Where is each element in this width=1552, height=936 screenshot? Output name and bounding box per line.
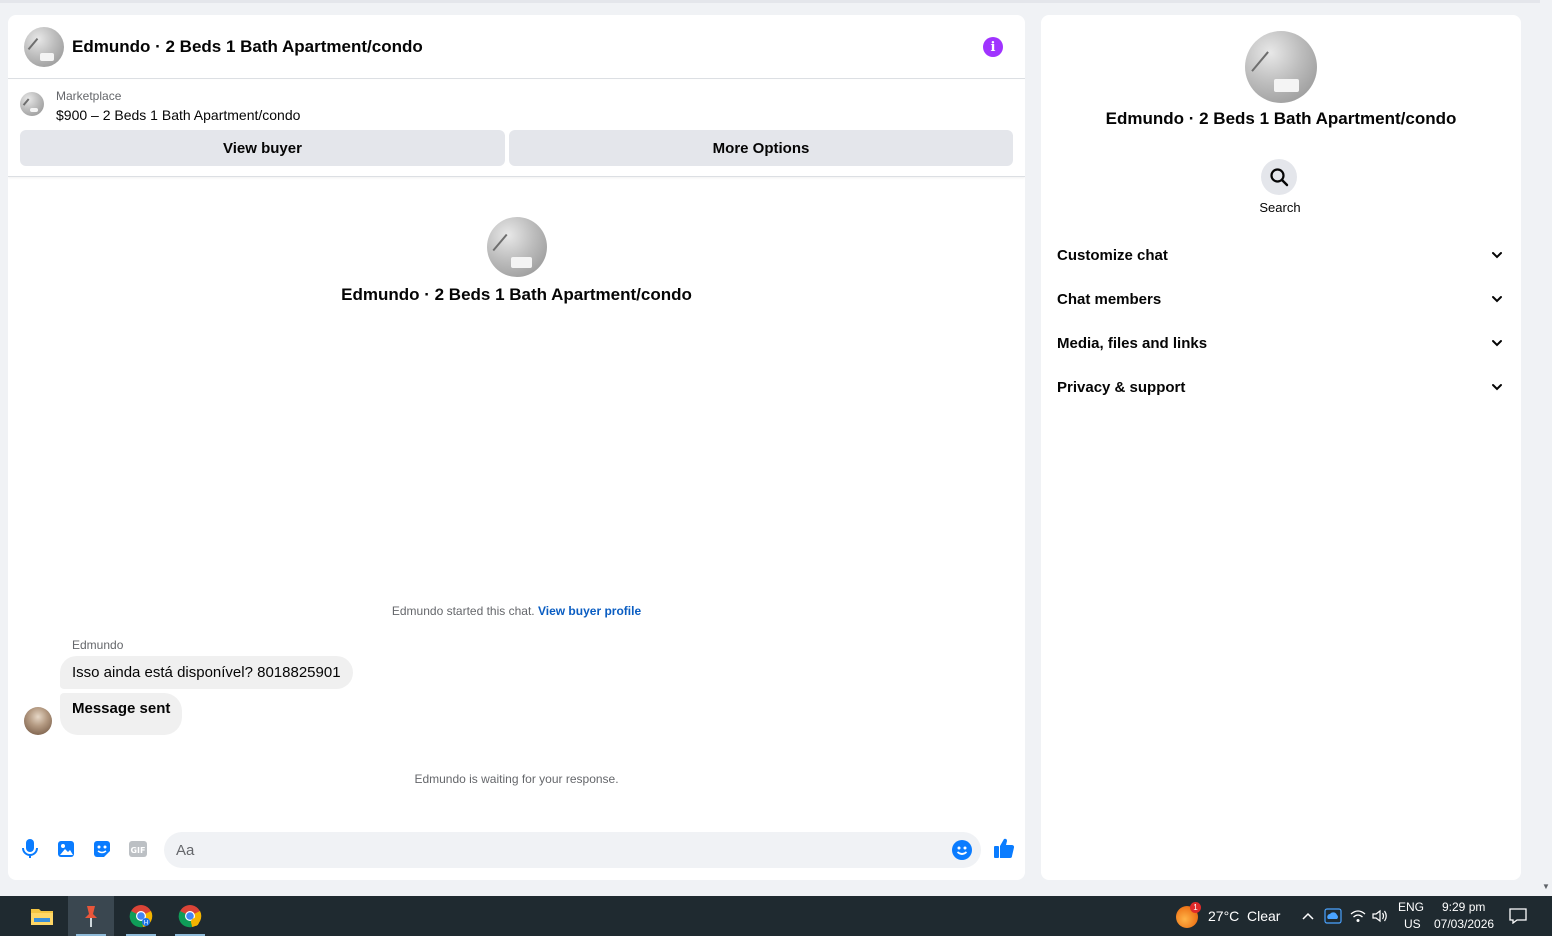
message-input-wrapper (164, 832, 981, 868)
sender-name: Edmundo (72, 638, 124, 652)
chat-title[interactable]: Edmundo · 2 Beds 1 Bath Apartment/condo (72, 37, 423, 57)
info-icon[interactable]: i (983, 37, 1003, 57)
message-input[interactable] (176, 832, 936, 868)
clock-time[interactable]: 9:29 pm (1442, 900, 1485, 914)
listing-thumbnail[interactable] (20, 92, 44, 116)
message-composer: GIF (8, 827, 1025, 879)
microphone-icon[interactable] (18, 837, 42, 861)
view-buyer-button[interactable]: View buyer (20, 130, 505, 166)
chevron-down-icon (1489, 335, 1505, 351)
conversation-profile: Edmundo · 2 Beds 1 Bath Apartment/condo (8, 217, 1025, 305)
listing-name[interactable]: $900 – 2 Beds 1 Bath Apartment/condo (56, 107, 300, 123)
chat-started-text: Edmundo started this chat. (391, 604, 535, 618)
message-bubble[interactable]: Message sent (60, 693, 183, 735)
gif-icon[interactable]: GIF (126, 837, 150, 861)
scroll-down-arrow-icon[interactable]: ▼ (1541, 882, 1551, 892)
pinned-app-icon[interactable] (68, 896, 114, 936)
onedrive-icon[interactable] (1324, 906, 1342, 926)
section-label: Media, files and links (1057, 334, 1208, 352)
details-panel: Edmundo · 2 Beds 1 Bath Apartment/condo … (1041, 15, 1521, 880)
section-label: Customize chat (1057, 246, 1168, 264)
region-indicator[interactable]: US (1404, 917, 1421, 931)
section-customize-chat[interactable]: Customize chat (1049, 233, 1513, 277)
clock-date[interactable]: 07/03/2026 (1434, 917, 1494, 931)
view-buyer-profile-link[interactable]: View buyer profile (538, 604, 641, 618)
section-privacy-support[interactable]: Privacy & support (1049, 365, 1513, 409)
weather-condition[interactable]: Clear (1247, 908, 1280, 924)
details-name: Edmundo · 2 Beds 1 Bath Apartment/condo (1105, 109, 1457, 128)
details-avatar[interactable] (1245, 31, 1317, 103)
chat-panel: Edmundo · 2 Beds 1 Bath Apartment/condo … (8, 15, 1025, 880)
chat-avatar[interactable] (24, 26, 64, 67)
listing-caption: Marketplace (56, 89, 122, 103)
chat-started-notice: Edmundo started this chat. View buyer pr… (8, 604, 1025, 618)
waiting-notice: Edmundo is waiting for your response. (414, 772, 619, 786)
weather-temperature[interactable]: 27°C (1208, 908, 1239, 924)
message-bubble[interactable]: Isso ainda está disponível? 8018825901 (60, 656, 353, 689)
browser-top-strip (0, 0, 1552, 3)
section-media-files-links[interactable]: Media, files and links (1049, 321, 1513, 365)
weather-alert-badge: 1 (1190, 902, 1201, 913)
section-chat-members[interactable]: Chat members (1049, 277, 1513, 321)
chevron-down-icon (1489, 379, 1505, 395)
search-icon[interactable] (1261, 159, 1297, 195)
language-indicator[interactable]: ENG (1398, 900, 1424, 914)
wifi-icon[interactable] (1349, 906, 1367, 926)
file-explorer-icon[interactable] (19, 896, 65, 936)
search-label[interactable]: Search (1041, 200, 1519, 215)
chat-header: Edmundo · 2 Beds 1 Bath Apartment/condo … (8, 15, 1025, 79)
page-scrollbar[interactable] (1540, 0, 1552, 896)
more-options-button[interactable]: More Options (509, 130, 1013, 166)
emoji-icon[interactable] (951, 839, 973, 861)
windows-taskbar: H 27°C Clear ENG US 9:29 pm 07/03/2026 (0, 896, 1552, 936)
chrome-icon[interactable]: H (118, 896, 164, 936)
chevron-down-icon (1489, 291, 1505, 307)
thumbs-up-icon[interactable] (992, 836, 1016, 860)
sender-avatar[interactable] (24, 707, 52, 735)
show-hidden-icons-chevron-icon[interactable] (1299, 906, 1317, 926)
listing-bar: Marketplace $900 – 2 Beds 1 Bath Apartme… (8, 80, 1025, 177)
conversation-name: Edmundo · 2 Beds 1 Bath Apartment/condo (341, 285, 692, 304)
volume-icon[interactable] (1371, 906, 1389, 926)
chrome-profile-icon[interactable] (167, 896, 213, 936)
section-label: Privacy & support (1057, 378, 1186, 396)
image-icon[interactable] (54, 837, 78, 861)
chevron-down-icon (1489, 247, 1505, 263)
conversation-avatar[interactable] (486, 217, 547, 277)
sticker-icon[interactable] (90, 837, 114, 861)
notification-center-icon[interactable] (1509, 906, 1527, 926)
svg-text:H: H (144, 920, 149, 927)
section-label: Chat members (1057, 290, 1162, 308)
svg-text:GIF: GIF (130, 846, 145, 855)
